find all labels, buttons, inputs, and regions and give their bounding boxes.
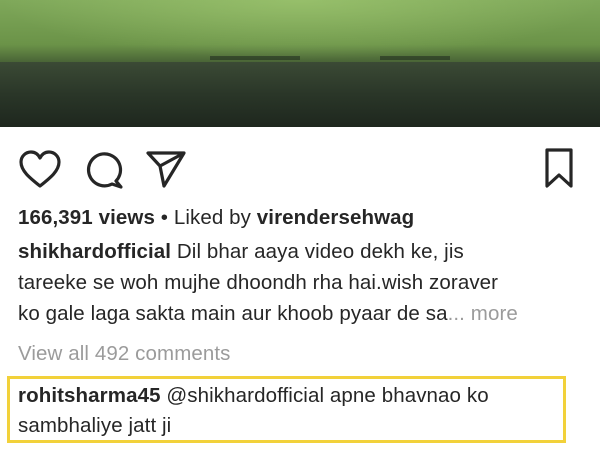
caption-ellipsis: ... bbox=[447, 302, 465, 325]
caption-text: ko gale laga sakta main aur khoob pyaar … bbox=[18, 302, 448, 325]
view-all-comments-link[interactable]: View all 492 comments bbox=[18, 341, 231, 367]
caption-line: shikhardofficial Dil bhar aaya video dek… bbox=[18, 239, 464, 265]
caption-author-link[interactable]: shikhardofficial bbox=[18, 240, 171, 263]
video-player[interactable] bbox=[0, 0, 600, 127]
video-frame-shadow bbox=[0, 62, 600, 127]
video-frame-highlight bbox=[0, 0, 600, 60]
post-stats: 166,391 views • Liked by virendersehwag bbox=[18, 205, 414, 231]
comment-text: apne bhavnao ko bbox=[324, 384, 489, 407]
views-count[interactable]: 166,391 views bbox=[18, 206, 155, 229]
comment-text: sambhaliye jatt ji bbox=[18, 414, 172, 437]
liked-by-prefix: Liked by bbox=[173, 206, 257, 229]
comment-bubble-icon[interactable] bbox=[83, 149, 125, 191]
comment-line: rohitsharma45 @shikhardofficial apne bha… bbox=[18, 383, 489, 409]
separator-dot: • bbox=[154, 206, 174, 229]
caption-text: tareeke se woh mujhe dhoondh rha hai.wis… bbox=[18, 271, 499, 294]
action-bar bbox=[0, 127, 600, 199]
video-frame-streak bbox=[380, 56, 450, 60]
caption-line: ko gale laga sakta main aur khoob pyaar … bbox=[18, 301, 518, 327]
more-link[interactable]: more bbox=[465, 302, 518, 325]
heart-icon[interactable] bbox=[18, 149, 62, 189]
bookmark-icon[interactable] bbox=[544, 147, 574, 189]
caption-line: tareeke se woh mujhe dhoondh rha hai.wis… bbox=[18, 270, 498, 296]
paper-plane-icon[interactable] bbox=[145, 149, 187, 189]
caption-text: Dil bhar aaya video dekh ke, jis bbox=[171, 240, 464, 263]
liked-by-user-link[interactable]: virendersehwag bbox=[257, 206, 415, 229]
comment-author-link[interactable]: rohitsharma45 bbox=[18, 384, 161, 407]
video-frame-streak bbox=[210, 56, 300, 60]
comment-mention-link[interactable]: @shikhardofficial bbox=[161, 384, 325, 407]
comment-line: sambhaliye jatt ji bbox=[18, 413, 171, 439]
